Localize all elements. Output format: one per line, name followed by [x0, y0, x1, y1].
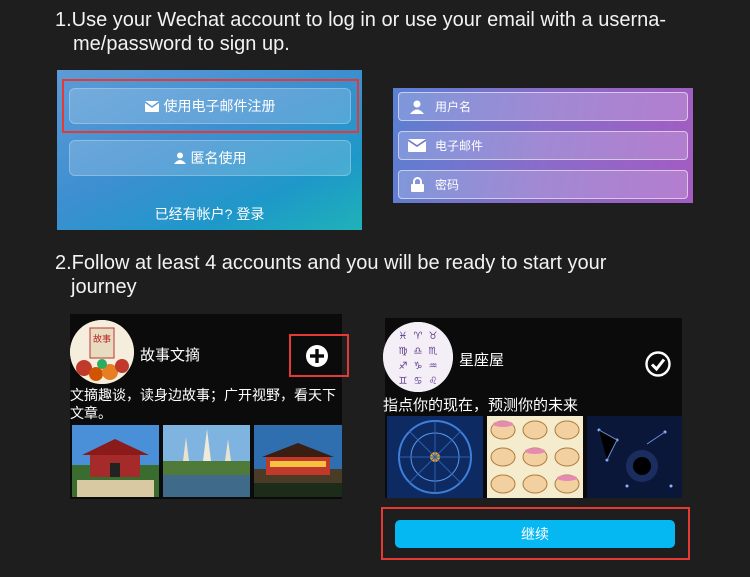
- step1-line2: me/password to sign up.: [73, 33, 290, 55]
- constellation-image: [587, 416, 682, 498]
- step2-line2: journey: [71, 276, 137, 298]
- email-signup-highlight: [62, 79, 359, 133]
- step1-instruction: 1.Use your Wechat account to log in or u…: [55, 8, 666, 56]
- account-name: 故事文摘: [140, 347, 201, 364]
- avatar: 故事: [70, 320, 134, 384]
- zodiac-glyph: ♉: [429, 331, 438, 342]
- account-description: 文摘趣谈，读身边故事；广开视野，看天下 文章。: [70, 386, 342, 422]
- check-circle-icon: [645, 351, 671, 377]
- signup-form-panel: 用户名 电子邮件 密码: [393, 88, 693, 203]
- zodiac-glyph: ♑: [414, 361, 423, 372]
- account-name: 星座屋: [459, 352, 505, 369]
- email-placeholder: 电子邮件: [435, 139, 484, 153]
- account-description: 指点你的现在，预测你的未来: [383, 397, 579, 414]
- continue-button-highlight: [381, 507, 690, 560]
- envelope-icon: [399, 139, 435, 152]
- username-field[interactable]: 用户名: [398, 92, 688, 121]
- zodiac-glyph: ♏: [429, 346, 438, 357]
- zodiac-glyph: ♒: [429, 361, 438, 372]
- user-icon: [173, 152, 186, 164]
- login-link[interactable]: 已经有帐户? 登录: [57, 204, 362, 224]
- anonymous-use-label: 匿名使用: [190, 150, 247, 166]
- zodiac-faces-image: [487, 416, 583, 498]
- description-line1: 文摘趣谈，读身边故事；广开视野，看天下: [70, 387, 336, 403]
- lock-icon: [399, 177, 435, 192]
- step2-instruction: 2.Follow at least 4 accounts and you wil…: [55, 251, 606, 299]
- zodiac-glyph: ♌: [429, 376, 438, 387]
- username-placeholder: 用户名: [435, 100, 472, 114]
- palace-night-photo: [254, 425, 342, 497]
- step1-line1: 1.Use your Wechat account to log in or u…: [55, 9, 667, 31]
- zodiac-wheel-image: [387, 416, 483, 498]
- zodiac-glyph: ♈: [414, 331, 423, 342]
- followed-button[interactable]: [645, 351, 671, 377]
- avatar: ♓ ♈ ♉ ♍ ♎ ♏ ♐ ♑ ♒ ♊ ♋ ♌: [383, 322, 453, 392]
- avatar-title: 故事: [93, 333, 111, 344]
- account-card-zodiac-house: ♓ ♈ ♉ ♍ ♎ ♏ ♐ ♑ ♒ ♊ ♋ ♌ 星座屋 指点你的现在，预测你的未来: [383, 318, 682, 498]
- password-field[interactable]: 密码: [398, 170, 688, 199]
- zodiac-glyph: ♊: [399, 376, 408, 387]
- email-field[interactable]: 电子邮件: [398, 131, 688, 160]
- zodiac-glyph: ♓: [399, 331, 408, 342]
- description-line2: 文章。: [70, 405, 112, 421]
- follow-button-highlight: [289, 334, 349, 377]
- anonymous-use-button[interactable]: 匿名使用: [69, 140, 351, 176]
- zodiac-glyph: ♍: [399, 346, 408, 357]
- step2-line1: 2.Follow at least 4 accounts and you wil…: [55, 252, 607, 274]
- zodiac-glyph: ♋: [414, 376, 423, 387]
- three-pagodas-photo: [163, 425, 250, 497]
- zodiac-glyph: ♐: [399, 361, 408, 372]
- pagoda-gate-photo: [72, 425, 159, 497]
- user-icon: [399, 100, 435, 114]
- zodiac-glyph: ♎: [414, 346, 423, 357]
- password-placeholder: 密码: [435, 178, 460, 192]
